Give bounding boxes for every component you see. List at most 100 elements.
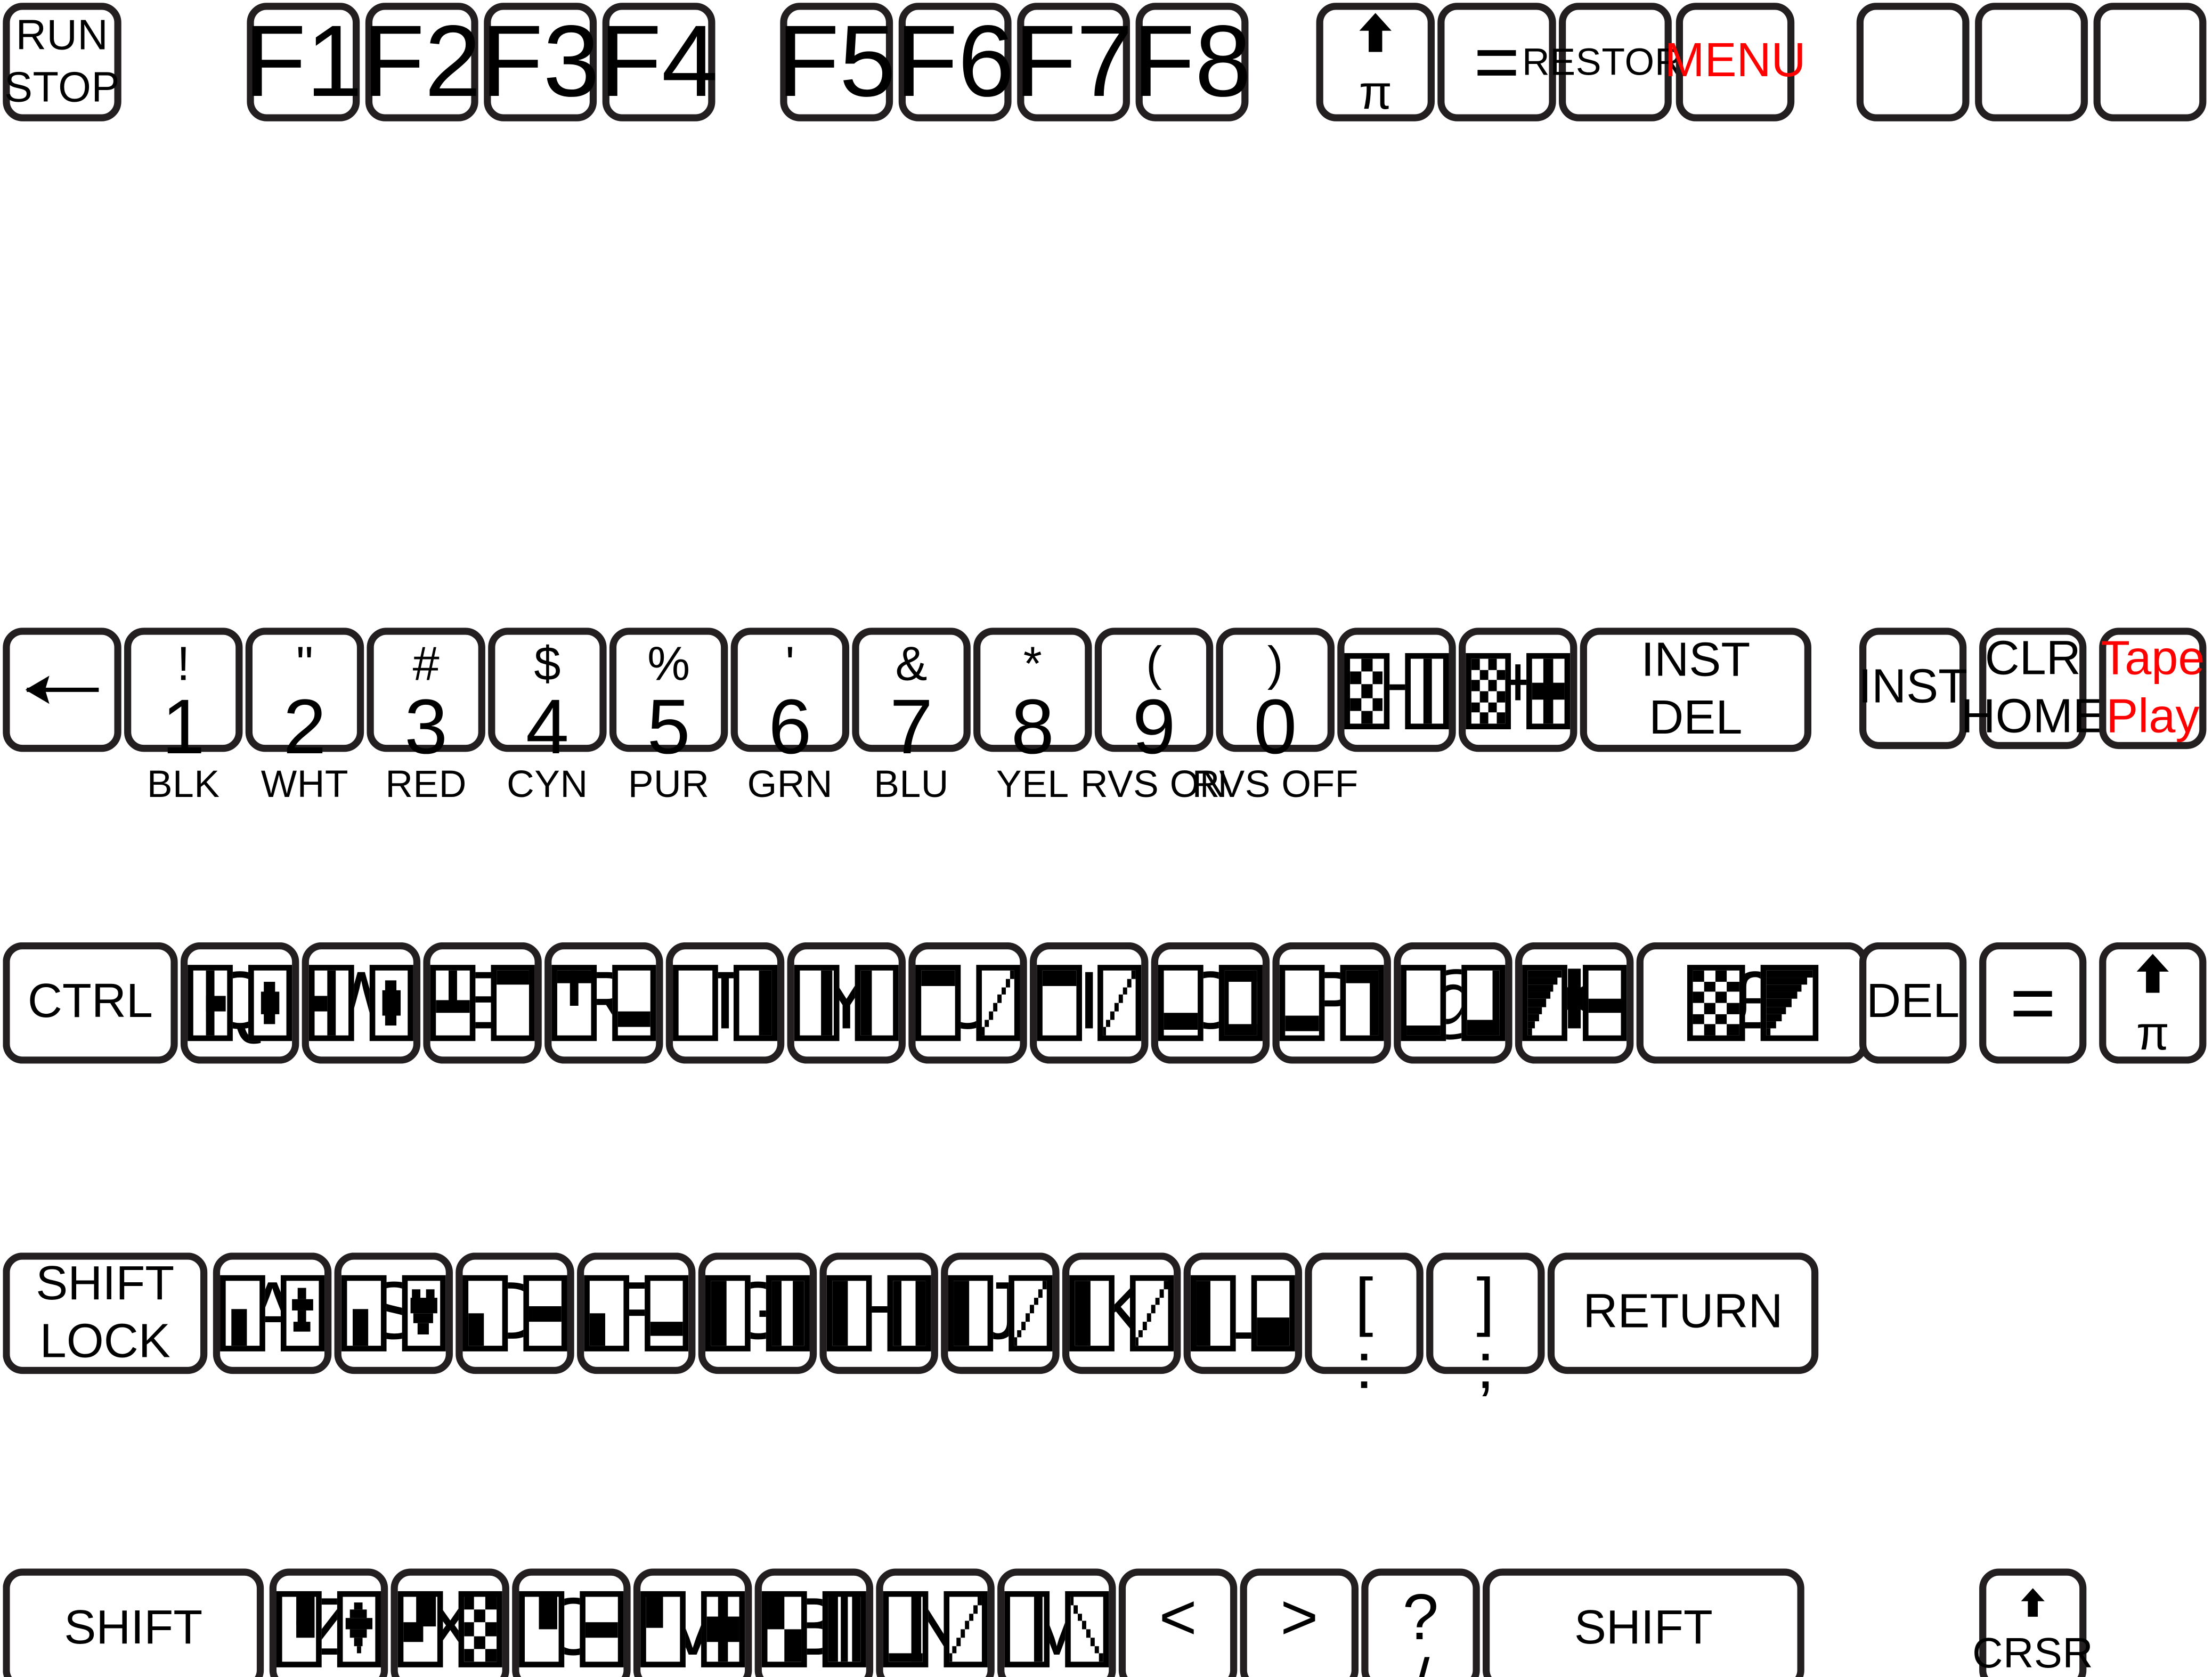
key-letter-i[interactable]: I: [1030, 942, 1149, 1064]
key-blank-top-1[interactable]: [1856, 3, 1970, 121]
key-num-3[interactable]: #3 RED: [367, 628, 485, 803]
petscii-glyph: [640, 1591, 685, 1667]
key-letter-a[interactable]: A: [213, 1252, 332, 1374]
petscii-glyph: [308, 965, 354, 1041]
shift-lock-line2: LOCK: [39, 1314, 170, 1369]
glyph-pair: [551, 965, 656, 1041]
key-bracket-right[interactable]: ];: [1426, 1252, 1545, 1398]
petscii-glyph: [1158, 965, 1203, 1041]
key-ctrl-left[interactable]: CTRL: [3, 942, 178, 1064]
key-blank-top-2[interactable]: [1975, 3, 2088, 121]
key-letter-x[interactable]: X: [391, 1568, 509, 1677]
key-letter-o[interactable]: O: [1151, 942, 1270, 1064]
key-inst-del[interactable]: INST DEL: [1580, 628, 1811, 752]
key-f6[interactable]: F6: [896, 3, 1014, 121]
key-letter-p[interactable]: P: [1272, 942, 1391, 1064]
num-shift-symbol: ': [785, 637, 795, 691]
key-letter-u[interactable]: U: [908, 942, 1027, 1064]
key-num-1[interactable]: ! 1 BLK: [124, 628, 243, 803]
key-run-stop[interactable]: RUN STOP: [3, 3, 121, 121]
key-f2[interactable]: F2: [362, 3, 481, 121]
key-letter-s[interactable]: S: [334, 1252, 453, 1374]
num-digit: 7: [890, 682, 933, 770]
key-letter-e[interactable]: E: [423, 942, 542, 1064]
key-num-2[interactable]: " 2 WHT: [245, 628, 364, 803]
key-letter-n[interactable]: N: [876, 1568, 995, 1677]
num-shift-symbol: !: [176, 637, 190, 691]
key-restore[interactable]: RESTORE: [1522, 3, 1708, 121]
ctrl-label: CTRL: [27, 975, 153, 1029]
key-num-6[interactable]: ' 6 GRN: [730, 628, 850, 803]
petscii-glyph: [887, 1275, 931, 1352]
key-letter-m[interactable]: M: [997, 1568, 1116, 1677]
key-left-arrow[interactable]: [3, 628, 121, 752]
key-up-arrow-pi-keypad[interactable]: π: [2099, 942, 2207, 1064]
key-blank-top-3[interactable]: [2093, 3, 2207, 121]
key-letter-r[interactable]: R: [544, 942, 663, 1064]
key-letter-d[interactable]: D: [456, 1252, 574, 1374]
key-letter-h[interactable]: H: [819, 1252, 938, 1374]
key-minus[interactable]: -: [1337, 628, 1456, 752]
key-crsr-up[interactable]: CRSR: [1972, 1568, 2093, 1677]
key-num-4[interactable]: $4 CYN: [488, 628, 607, 803]
key-plus[interactable]: +: [1458, 628, 1577, 752]
key-inst[interactable]: INST: [1858, 628, 1967, 750]
key-num-0[interactable]: ) 0 RVS OFF: [1192, 628, 1358, 803]
key-shift-right[interactable]: SHIFT: [1483, 1568, 1804, 1677]
key-letter-k[interactable]: K: [1062, 1252, 1181, 1374]
num-color-label: RVS OFF: [1192, 763, 1359, 805]
key-clr-home[interactable]: CLR HOME: [1961, 628, 2105, 750]
key-num-8[interactable]: * 8 YEL: [973, 628, 1092, 803]
key-letter-y[interactable]: Y: [787, 942, 906, 1064]
glyph-pair: [430, 965, 535, 1041]
key-f8[interactable]: F8: [1133, 3, 1251, 121]
key-del[interactable]: DEL: [1859, 942, 1967, 1064]
key-f7[interactable]: F7: [1014, 3, 1133, 121]
key-period[interactable]: >.: [1240, 1568, 1359, 1677]
key-tape-play[interactable]: Tape Play: [2099, 628, 2207, 750]
key-comma[interactable]: <,: [1118, 1568, 1238, 1677]
key-letter-v[interactable]: V: [633, 1568, 752, 1677]
key-f4[interactable]: F4: [599, 3, 718, 121]
key-shift-lock[interactable]: SHIFT LOCK: [3, 1252, 208, 1374]
key-menu[interactable]: MENU: [1664, 3, 1806, 121]
glyph-pair: [794, 965, 899, 1041]
key-pound[interactable]: £: [1636, 942, 1868, 1064]
key-slash[interactable]: ?/: [1361, 1568, 1480, 1677]
bracket-left-upper: [: [1355, 1264, 1373, 1338]
key-letter-t[interactable]: T: [665, 942, 785, 1064]
key-bracket-left[interactable]: [:: [1305, 1252, 1424, 1398]
key-letter-c[interactable]: C: [512, 1568, 631, 1677]
petscii-glyph: [644, 1275, 689, 1352]
key-letter-z[interactable]: Z: [269, 1568, 388, 1677]
key-f3[interactable]: F3: [481, 3, 599, 121]
return-label: RETURN: [1583, 1285, 1783, 1339]
key-letter-f[interactable]: F: [577, 1252, 696, 1374]
key-letter-g[interactable]: G: [698, 1252, 817, 1374]
key-num-7[interactable]: & 7 BLU: [852, 628, 971, 803]
key-shift-left[interactable]: SHIFT: [3, 1568, 264, 1677]
key-letter-w[interactable]: W: [302, 942, 421, 1064]
key-asterisk[interactable]: ✱: [1515, 942, 1634, 1064]
key-num-5[interactable]: % 5 PUR: [609, 628, 728, 803]
key-letter-l[interactable]: L: [1183, 1252, 1303, 1374]
del-label: DEL: [1866, 975, 1960, 1029]
key-f5[interactable]: F5: [777, 3, 896, 121]
key-f1[interactable]: F1: [244, 3, 363, 121]
petscii-glyph: [733, 965, 778, 1041]
petscii-diag-up-glyph: [943, 1591, 988, 1667]
key-letter-j[interactable]: J: [941, 1252, 1060, 1374]
num-digit: 1: [161, 682, 205, 770]
glyph-pair: [915, 965, 1020, 1041]
num-digit: 2: [283, 682, 327, 770]
key-at[interactable]: @: [1394, 942, 1512, 1064]
key-letter-b[interactable]: B: [754, 1568, 874, 1677]
key-equals-keypad[interactable]: =: [1979, 942, 2087, 1064]
petscii-glyph: [883, 1591, 928, 1667]
key-letter-q[interactable]: Q: [180, 942, 299, 1064]
key-num-9[interactable]: (9 RVS ON: [1080, 628, 1227, 803]
key-return[interactable]: RETURN: [1547, 1252, 1819, 1374]
key-up-arrow-pi[interactable]: π: [1316, 3, 1435, 121]
petscii-hbar-glyph: [1582, 965, 1627, 1041]
tape-label: Tape: [2101, 631, 2205, 685]
